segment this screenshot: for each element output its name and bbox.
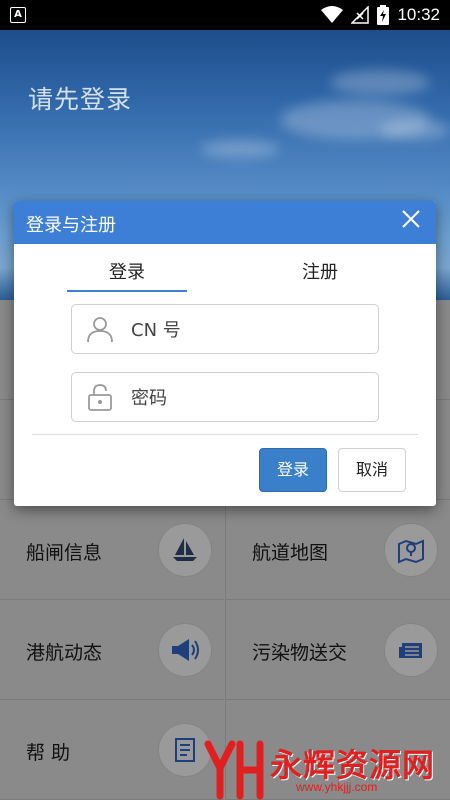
active-tab-indicator	[67, 290, 187, 292]
tab-login[interactable]: 登录	[67, 258, 187, 284]
page-title: 请先登录	[28, 85, 133, 114]
app-notification-icon: A	[10, 7, 26, 23]
grid-item-pollutant-delivery[interactable]: 污染物送交	[225, 600, 450, 700]
login-button[interactable]: 登录	[259, 448, 327, 492]
status-bar: A 10:32	[0, 0, 450, 30]
wifi-icon	[321, 6, 344, 23]
password-field[interactable]	[71, 372, 379, 422]
status-icons: 10:32	[321, 0, 440, 30]
clock: 10:32	[397, 5, 440, 24]
watermark-url: www.yhkjjj.com	[296, 780, 378, 794]
grid-item-channel-map[interactable]: 航道地图	[225, 500, 450, 600]
map-icon	[384, 523, 438, 577]
cn-number-field[interactable]	[71, 304, 379, 354]
grid-item-label: 航道地图	[252, 542, 329, 564]
password-input[interactable]	[129, 383, 363, 413]
cn-number-input[interactable]	[129, 315, 363, 345]
dialog-header: 登录与注册	[14, 201, 436, 244]
watermark: 永辉资源网 www.yhkjjj.com	[200, 738, 450, 800]
login-register-dialog: 登录与注册 登录 注册 登录 取消	[14, 201, 436, 506]
dialog-tabs: 登录 注册	[14, 244, 436, 294]
tab-register[interactable]: 注册	[260, 258, 380, 284]
watermark-logo-icon	[204, 740, 264, 800]
cancel-button[interactable]: 取消	[338, 448, 406, 492]
dialog-divider	[32, 434, 418, 435]
grid-item-port-news[interactable]: 港航动态	[0, 600, 224, 700]
grid-item-label: 船闸信息	[26, 542, 103, 564]
dialog-title: 登录与注册	[26, 215, 116, 236]
sailboat-icon	[158, 523, 212, 577]
grid-item-lock-info[interactable]: 船闸信息	[0, 500, 224, 600]
grid-item-label: 污染物送交	[252, 642, 348, 664]
battery-icon	[377, 5, 390, 25]
grid-item-help[interactable]: 帮 助	[0, 700, 224, 800]
grid-item-label: 帮 助	[26, 742, 71, 764]
megaphone-icon	[158, 623, 212, 677]
user-icon	[87, 317, 113, 343]
grid-item-label: 港航动态	[26, 642, 103, 664]
close-icon[interactable]	[400, 208, 422, 230]
signal-icon	[351, 6, 370, 24]
lock-icon	[88, 384, 112, 411]
newspaper-icon	[384, 623, 438, 677]
